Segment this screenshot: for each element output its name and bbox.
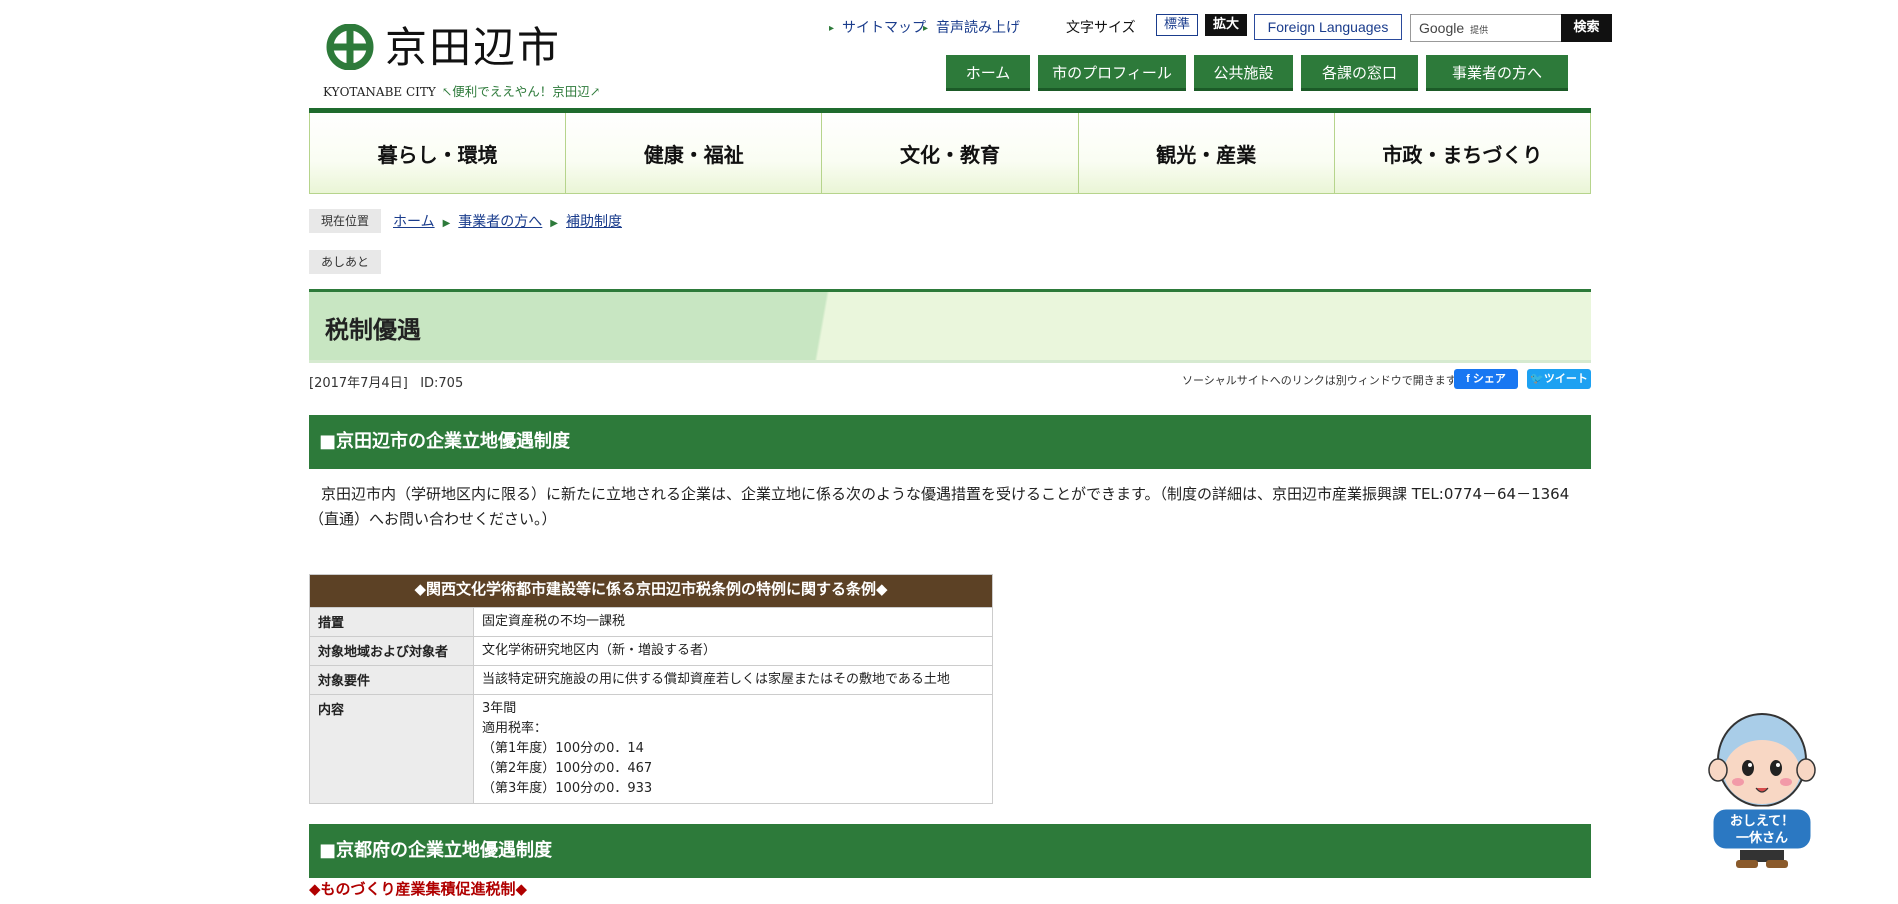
utility-bar: サイトマップ 音声読み上げ 文字サイズ 標準 拡大 Foreign Langua… xyxy=(829,14,1612,42)
table-header-cell: 措置 xyxy=(309,607,474,637)
breadcrumb-arrow-icon: ▶ xyxy=(442,218,451,229)
top-nav-profile[interactable]: 市のプロフィール xyxy=(1038,55,1186,91)
section-intro: 京田辺市内（学研地区内に限る）に新たに立地される企業は、企業立地に係る次のような… xyxy=(309,485,1570,528)
table-cell: 文化学術研究地区内（新・増設する者） xyxy=(473,636,993,666)
sitemap-link[interactable]: サイトマップ xyxy=(829,17,926,37)
page-meta: [2017年7月4日] ID:705 xyxy=(309,372,463,391)
table-row: 対象要件 当該特定研究施設の用に供する償却資産若しくは家屋またはその敷地である土… xyxy=(309,665,993,695)
site-logo[interactable]: 京田辺市 KYOTANABE CITY ↖便利でええやん！京田辺↗ xyxy=(323,23,643,104)
city-emblem-icon xyxy=(326,24,374,70)
search-button[interactable]: 検索 xyxy=(1561,14,1612,42)
gnav-tourism[interactable]: 観光・産業 xyxy=(1077,113,1334,194)
search-input[interactable]: Google 提供 xyxy=(1410,14,1570,42)
page-title: 税制優遇 xyxy=(325,316,421,344)
top-nav-facilities[interactable]: 公共施設 xyxy=(1194,55,1293,91)
social-note: ソーシャルサイトへのリンクは別ウィンドウで開きます xyxy=(1182,374,1457,387)
section-subheading: ◆ものづくり産業集積促進税制◆ xyxy=(309,880,528,898)
table-caption: ◆関西文化学術都市建設等に係る京田辺市税条例の特例に関する条例◆ xyxy=(309,574,993,608)
top-nav-home[interactable]: ホーム xyxy=(946,55,1030,91)
read-aloud-link[interactable]: 音声読み上げ xyxy=(923,17,1020,37)
table-row: 措置 固定資産税の不均一課税 xyxy=(309,607,993,637)
table-header-cell: 対象地域および対象者 xyxy=(309,636,474,666)
city-name-english: KYOTANABE CITY ↖便利でええやん！京田辺↗ xyxy=(323,84,601,99)
facebook-share-button[interactable]: f シェア xyxy=(1454,369,1518,389)
top-nav-business[interactable]: 事業者の方へ xyxy=(1426,55,1568,91)
font-size-large-button[interactable]: 拡大 xyxy=(1205,14,1247,36)
city-tagline: ↖便利でええやん！京田辺↗ xyxy=(441,84,601,99)
tax-ordinance-table: ◆関西文化学術都市建設等に係る京田辺市税条例の特例に関する条例◆ 措置 固定資産… xyxy=(309,574,993,804)
breadcrumb-home[interactable]: ホーム xyxy=(393,214,435,230)
page-date: [2017年7月4日] xyxy=(309,376,408,391)
section-heading-city: ■京田辺市の企業立地優遇制度 xyxy=(309,415,1591,469)
city-name: 京田辺市 xyxy=(385,23,562,72)
breadcrumb-business[interactable]: 事業者の方へ xyxy=(458,214,542,230)
table-header-cell: 対象要件 xyxy=(309,665,474,695)
mascot-ikkyu-icon[interactable]: おしえて！ 一休さん xyxy=(1706,712,1820,872)
mascot-caption-2: 一休さん xyxy=(1736,830,1788,846)
top-nav-departments[interactable]: 各課の窓口 xyxy=(1301,55,1418,91)
page-title-band: 税制優遇 xyxy=(309,289,1591,363)
facebook-icon: f xyxy=(1466,373,1473,385)
foreign-languages-button[interactable]: Foreign Languages xyxy=(1254,14,1402,40)
twitter-share-button[interactable]: 🐦ツイート xyxy=(1527,369,1591,389)
font-size-normal-button[interactable]: 標準 xyxy=(1156,14,1198,36)
gnav-living[interactable]: 暮らし・環境 xyxy=(309,113,566,194)
gnav-culture[interactable]: 文化・教育 xyxy=(821,113,1078,194)
table-cell: 当該特定研究施設の用に供する償却資産若しくは家屋またはその敷地である土地 xyxy=(473,665,993,695)
breadcrumb-label: 現在位置 xyxy=(309,209,381,233)
table-row: 内容 3年間 適用税率： （第1年度）100分の0．14 （第2年度）100分の… xyxy=(309,694,993,804)
font-size-label: 文字サイズ xyxy=(1066,20,1136,36)
table-header-cell: 内容 xyxy=(309,694,474,804)
table-cell: 3年間 適用税率： （第1年度）100分の0．14 （第2年度）100分の0．4… xyxy=(473,694,993,804)
gnav-health[interactable]: 健康・福祉 xyxy=(565,113,822,194)
page-id: ID:705 xyxy=(420,376,464,391)
footprint-label: あしあと xyxy=(309,250,381,274)
global-nav: 暮らし・環境 健康・福祉 文化・教育 観光・産業 市政・まちづくり xyxy=(309,108,1592,194)
breadcrumb-arrow-icon: ▶ xyxy=(550,218,558,229)
breadcrumb: ホーム ▶ 事業者の方へ ▶ 補助制度 xyxy=(393,211,622,231)
table-row: 対象地域および対象者 文化学術研究地区内（新・増設する者） xyxy=(309,636,993,666)
gnav-city-admin[interactable]: 市政・まちづくり xyxy=(1333,113,1592,194)
breadcrumb-subsidy[interactable]: 補助制度 xyxy=(566,214,622,230)
section-heading-prefecture: ■京都府の企業立地優遇制度 xyxy=(309,824,1591,878)
twitter-icon: 🐦 xyxy=(1530,373,1544,385)
mascot-caption-1: おしえて！ xyxy=(1730,814,1794,829)
table-cell: 固定資産税の不均一課税 xyxy=(473,607,993,637)
